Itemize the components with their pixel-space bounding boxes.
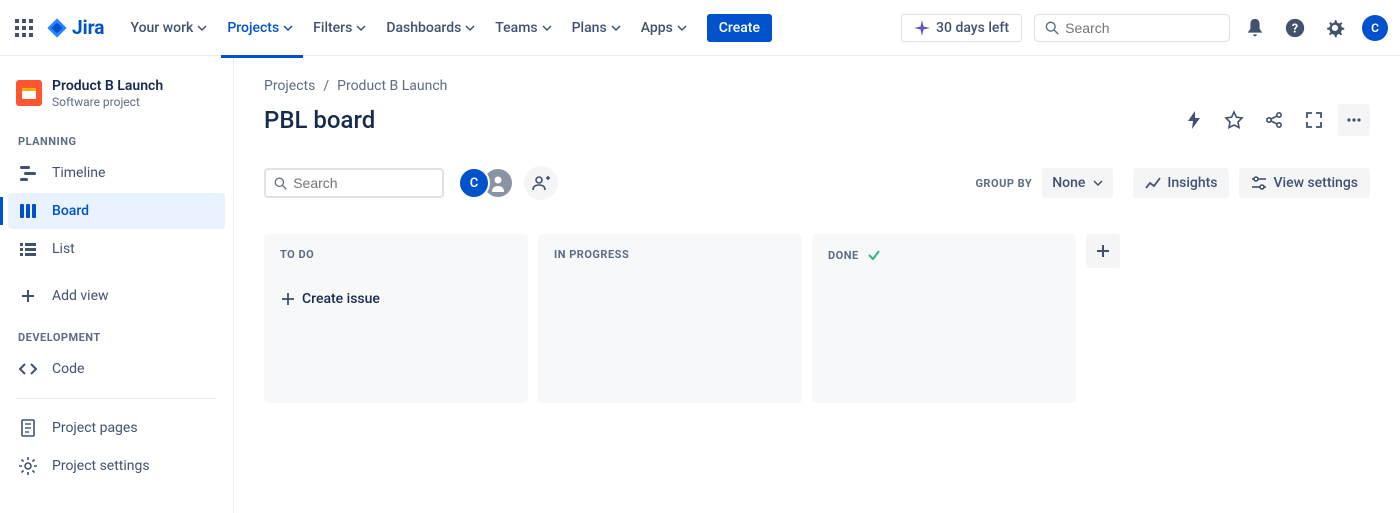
title-actions <box>1178 104 1370 136</box>
project-type: Software project <box>52 95 163 109</box>
fullscreen-icon[interactable] <box>1298 104 1330 136</box>
assignee-avatars: C <box>458 167 514 199</box>
sidebar-item-add-view[interactable]: Add view <box>8 278 225 314</box>
project-name: Product B Launch <box>52 78 163 95</box>
nav-apps[interactable]: Apps <box>633 16 695 40</box>
chevron-down-icon <box>197 23 207 33</box>
view-settings-button[interactable]: View settings <box>1239 168 1370 198</box>
main-content: Projects / Product B Launch PBL board C <box>234 56 1400 513</box>
insights-button[interactable]: Insights <box>1133 168 1229 198</box>
nav-filters[interactable]: Filters <box>305 16 374 40</box>
chevron-down-icon <box>542 23 552 33</box>
breadcrumb-separator: / <box>323 78 329 94</box>
chevron-down-icon <box>1093 178 1103 188</box>
more-icon[interactable] <box>1338 104 1370 136</box>
divider <box>16 398 217 399</box>
create-button[interactable]: Create <box>707 14 772 42</box>
add-column-button[interactable] <box>1086 234 1120 268</box>
svg-text:?: ? <box>1292 21 1298 36</box>
sidebar-item-timeline[interactable]: Timeline <box>8 155 225 191</box>
add-people-button[interactable] <box>524 166 558 200</box>
timeline-icon <box>18 163 38 183</box>
nav-icons: ? C <box>1242 15 1388 41</box>
search-icon <box>274 176 287 191</box>
column-header: IN PROGRESS <box>548 248 792 261</box>
create-issue-button[interactable]: Create issue <box>274 285 518 313</box>
check-icon <box>867 248 881 262</box>
plus-icon <box>1094 242 1112 260</box>
plus-icon <box>280 291 296 307</box>
board-search-input[interactable] <box>293 175 434 191</box>
project-header[interactable]: Product B Launch Software project <box>8 74 225 119</box>
groupby-select[interactable]: None <box>1042 168 1113 198</box>
notifications-icon[interactable] <box>1242 15 1268 41</box>
board-columns: TO DO Create issue IN PROGRESS DONE <box>264 234 1370 403</box>
column-in-progress[interactable]: IN PROGRESS <box>538 234 802 403</box>
search-icon <box>1045 20 1059 36</box>
breadcrumb-root[interactable]: Projects <box>264 78 315 94</box>
chevron-down-icon <box>465 23 475 33</box>
breadcrumb: Projects / Product B Launch <box>264 78 1370 94</box>
help-icon[interactable]: ? <box>1282 15 1308 41</box>
column-header: TO DO <box>274 248 518 261</box>
column-todo[interactable]: TO DO Create issue <box>264 234 528 403</box>
chevron-down-icon <box>677 23 687 33</box>
board-search[interactable] <box>264 168 444 198</box>
section-planning: PLANNING <box>8 119 225 154</box>
avatar-user[interactable]: C <box>458 167 490 199</box>
nav-teams[interactable]: Teams <box>487 16 559 40</box>
chart-icon <box>1145 175 1161 191</box>
share-icon[interactable] <box>1258 104 1290 136</box>
top-navbar: Jira Your work Projects Filters Dashboar… <box>0 0 1400 56</box>
sidebar-item-board[interactable]: Board <box>8 193 225 229</box>
brand-name: Jira <box>72 16 104 39</box>
sidebar-item-list[interactable]: List <box>8 231 225 267</box>
chevron-down-icon <box>611 23 621 33</box>
trial-badge[interactable]: 30 days left <box>901 14 1022 42</box>
jira-logo[interactable]: Jira <box>46 16 104 39</box>
sidebar-item-project-pages[interactable]: Project pages <box>8 410 225 446</box>
sparkle-icon <box>914 20 930 36</box>
sliders-icon <box>1251 175 1267 191</box>
column-header: DONE <box>822 248 1066 262</box>
star-icon[interactable] <box>1218 104 1250 136</box>
global-search-input[interactable] <box>1065 20 1219 36</box>
section-development: DEVELOPMENT <box>8 315 225 350</box>
board-title: PBL board <box>264 106 375 134</box>
nav-your-work[interactable]: Your work <box>122 16 215 40</box>
plus-icon <box>18 286 38 306</box>
page-icon <box>18 418 38 438</box>
code-icon <box>18 359 38 379</box>
chevron-down-icon <box>356 23 366 33</box>
board-toolbar: C GROUP BY None Insights View settings <box>264 166 1370 200</box>
nav-projects[interactable]: Projects <box>219 16 301 40</box>
nav-plans[interactable]: Plans <box>564 16 629 40</box>
sidebar-item-code[interactable]: Code <box>8 351 225 387</box>
settings-icon[interactable] <box>1322 15 1348 41</box>
breadcrumb-current[interactable]: Product B Launch <box>337 78 447 94</box>
column-done[interactable]: DONE <box>812 234 1076 403</box>
chevron-down-icon <box>283 23 293 33</box>
user-avatar[interactable]: C <box>1362 15 1388 41</box>
groupby-label: GROUP BY None <box>975 168 1113 198</box>
add-person-icon <box>531 173 551 193</box>
list-icon <box>18 239 38 259</box>
automation-icon[interactable] <box>1178 104 1210 136</box>
app-switcher-icon[interactable] <box>12 16 36 40</box>
sidebar-item-project-settings[interactable]: Project settings <box>8 448 225 484</box>
nav-dashboards[interactable]: Dashboards <box>378 16 483 40</box>
global-search[interactable] <box>1034 14 1230 42</box>
gear-icon <box>18 456 38 476</box>
project-icon <box>16 80 42 106</box>
sidebar: Product B Launch Software project PLANNI… <box>0 56 234 513</box>
board-icon <box>18 201 38 221</box>
nav-items: Your work Projects Filters Dashboards Te… <box>122 14 772 42</box>
